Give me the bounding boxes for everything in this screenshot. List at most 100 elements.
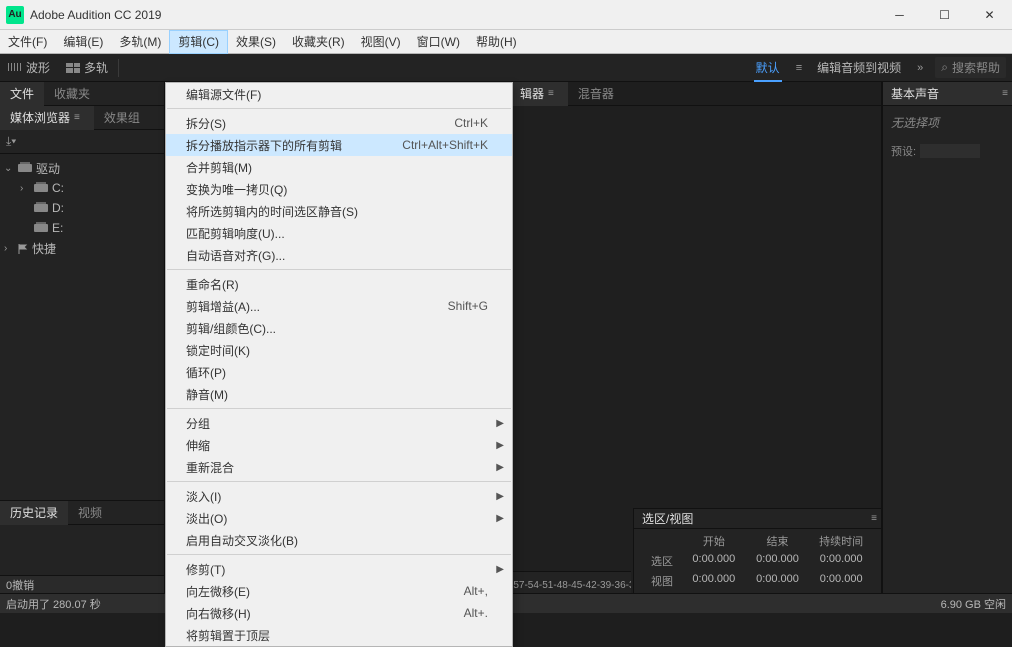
- window-controls: ─ ☐ ✕: [877, 0, 1012, 30]
- view-dur-value[interactable]: 0:00.000: [809, 573, 873, 589]
- drives-label: 驱动: [36, 160, 60, 177]
- drive-d-label: D:: [52, 201, 64, 215]
- tree-drives[interactable]: ⌄ 驱动: [0, 158, 164, 178]
- menu-item[interactable]: 循环(P): [166, 361, 512, 383]
- menu-item[interactable]: 剪辑增益(A)...Shift+G: [166, 295, 512, 317]
- multitrack-icon: [66, 63, 80, 73]
- menu-item[interactable]: 重命名(R): [166, 273, 512, 295]
- menu-item[interactable]: 重新混合▶: [166, 456, 512, 478]
- hamburger-icon[interactable]: ≡: [790, 62, 807, 74]
- workspace-edit-video[interactable]: 编辑音频到视频: [807, 54, 911, 82]
- menu-file[interactable]: 文件(F): [0, 30, 55, 54]
- app-icon: Au: [6, 6, 24, 24]
- menu-help[interactable]: 帮助(H): [468, 30, 525, 54]
- preset-label: 预设:: [891, 143, 916, 159]
- status-text: 启动用了 280.07 秒: [6, 596, 101, 612]
- menu-item[interactable]: 将所选剪辑内的时间选区静音(S): [166, 200, 512, 222]
- drive-e-label: E:: [52, 221, 63, 235]
- separator: [118, 59, 119, 77]
- menu-item[interactable]: 合并剪辑(M): [166, 156, 512, 178]
- menu-item[interactable]: 变换为唯一拷贝(Q): [166, 178, 512, 200]
- tab-video[interactable]: 视频: [68, 501, 112, 525]
- sel-dur-value[interactable]: 0:00.000: [809, 553, 873, 569]
- menu-item[interactable]: 拆分播放指示器下的所有剪辑Ctrl+Alt+Shift+K: [166, 134, 512, 156]
- menu-item[interactable]: 淡入(I)▶: [166, 485, 512, 507]
- more-workspaces-button[interactable]: »: [911, 62, 929, 74]
- menu-item[interactable]: 启用自动交叉淡化(B): [166, 529, 512, 551]
- tree-drive-d[interactable]: D:: [0, 198, 164, 218]
- tab-effect-group[interactable]: 效果组: [94, 106, 150, 130]
- tab-editor[interactable]: 辑器 ≡: [510, 82, 568, 106]
- tab-favorites[interactable]: 收藏夹: [44, 82, 100, 106]
- close-button[interactable]: ✕: [967, 0, 1012, 30]
- menu-item-label: 向左微移(E): [186, 583, 250, 600]
- tab-mixer[interactable]: 混音器: [568, 82, 624, 106]
- menu-item[interactable]: 淡出(O)▶: [166, 507, 512, 529]
- history-panel: 历史记录 视频 0撤销: [0, 500, 164, 593]
- workspace-default[interactable]: 默认: [746, 54, 790, 82]
- tab-history[interactable]: 历史记录: [0, 501, 68, 525]
- preset-dropdown[interactable]: [920, 144, 980, 158]
- toolbar: 波形 多轨 默认 ≡ 编辑音频到视频 » ⌕ 搜索帮助: [0, 54, 1012, 82]
- minimize-button[interactable]: ─: [877, 0, 922, 30]
- disk-icon: [18, 164, 32, 172]
- tree-drive-e[interactable]: E:: [0, 218, 164, 238]
- submenu-arrow-icon: ▶: [496, 418, 504, 429]
- submenu-arrow-icon: ▶: [496, 491, 504, 502]
- ruler-tick: -54: [524, 580, 538, 591]
- menu-item[interactable]: 分组▶: [166, 412, 512, 434]
- waveform-mode-button[interactable]: 波形: [0, 54, 58, 82]
- menu-effects[interactable]: 效果(S): [228, 30, 284, 54]
- menu-favorites[interactable]: 收藏夹(R): [284, 30, 353, 54]
- menu-item[interactable]: 锁定时间(K): [166, 339, 512, 361]
- maximize-button[interactable]: ☐: [922, 0, 967, 30]
- panel-menu-icon[interactable]: ≡: [867, 513, 881, 524]
- tab-files[interactable]: 文件: [0, 82, 44, 106]
- menu-item-label: 将剪辑置于顶层: [186, 627, 270, 644]
- panel-menu-icon[interactable]: ≡: [998, 88, 1012, 99]
- menu-item[interactable]: 将剪辑置于顶层: [166, 624, 512, 646]
- clip-menu-dropdown: 编辑源文件(F) 拆分(S)Ctrl+K拆分播放指示器下的所有剪辑Ctrl+Alt…: [165, 82, 513, 647]
- view-start-value[interactable]: 0:00.000: [682, 573, 746, 589]
- menu-item-label: 重新混合: [186, 459, 234, 476]
- search-help-box[interactable]: ⌕ 搜索帮助: [935, 57, 1006, 78]
- menu-separator: [167, 554, 511, 555]
- ruler-tick: -48: [553, 580, 567, 591]
- tree-shortcuts[interactable]: › 快捷: [0, 238, 164, 258]
- menu-item[interactable]: 静音(M): [166, 383, 512, 405]
- panel-menu-icon[interactable]: ≡: [544, 88, 558, 99]
- menu-item[interactable]: 伸缩▶: [166, 434, 512, 456]
- tab-media-browser[interactable]: 媒体浏览器 ≡: [0, 106, 94, 130]
- sel-end-value[interactable]: 0:00.000: [746, 553, 810, 569]
- menu-item[interactable]: 拆分(S)Ctrl+K: [166, 112, 512, 134]
- menu-multitrack[interactable]: 多轨(M): [111, 30, 169, 54]
- panel-menu-icon[interactable]: ≡: [70, 112, 84, 123]
- search-placeholder: 搜索帮助: [952, 59, 1000, 76]
- menu-edit[interactable]: 编辑(E): [55, 30, 111, 54]
- menu-item[interactable]: 剪辑/组颜色(C)...: [166, 317, 512, 339]
- undo-count: 0撤销: [0, 575, 164, 593]
- tree-drive-c[interactable]: › C:: [0, 178, 164, 198]
- browser-panel-tabs: 媒体浏览器 ≡ 效果组: [0, 106, 164, 130]
- sel-start-value[interactable]: 0:00.000: [682, 553, 746, 569]
- menu-item[interactable]: 修剪(T)▶: [166, 558, 512, 580]
- download-icon[interactable]: ⤓▾: [6, 134, 16, 149]
- menu-item[interactable]: 匹配剪辑响度(U)...: [166, 222, 512, 244]
- menu-view[interactable]: 视图(V): [353, 30, 409, 54]
- disk-icon: [34, 204, 48, 212]
- essential-sound-header: 基本声音 ≡: [883, 82, 1012, 106]
- waveform-label: 波形: [26, 59, 50, 76]
- menu-item[interactable]: 编辑源文件(F): [166, 83, 512, 105]
- menu-item[interactable]: 向右微移(H)Alt+.: [166, 602, 512, 624]
- menu-item[interactable]: 自动语音对齐(G)...: [166, 244, 512, 266]
- ruler-tick: -33: [626, 580, 631, 591]
- view-end-value[interactable]: 0:00.000: [746, 573, 810, 589]
- selection-view-title: 选区/视图: [642, 510, 693, 527]
- menu-clip[interactable]: 剪辑(C): [169, 30, 228, 54]
- menu-separator: [167, 269, 511, 270]
- row-selection: 选区: [642, 553, 682, 569]
- menu-item[interactable]: 向左微移(E)Alt+,: [166, 580, 512, 602]
- multitrack-mode-button[interactable]: 多轨: [58, 54, 116, 82]
- menu-window[interactable]: 窗口(W): [409, 30, 468, 54]
- center-tabs: 辑器 ≡ 混音器: [510, 82, 881, 106]
